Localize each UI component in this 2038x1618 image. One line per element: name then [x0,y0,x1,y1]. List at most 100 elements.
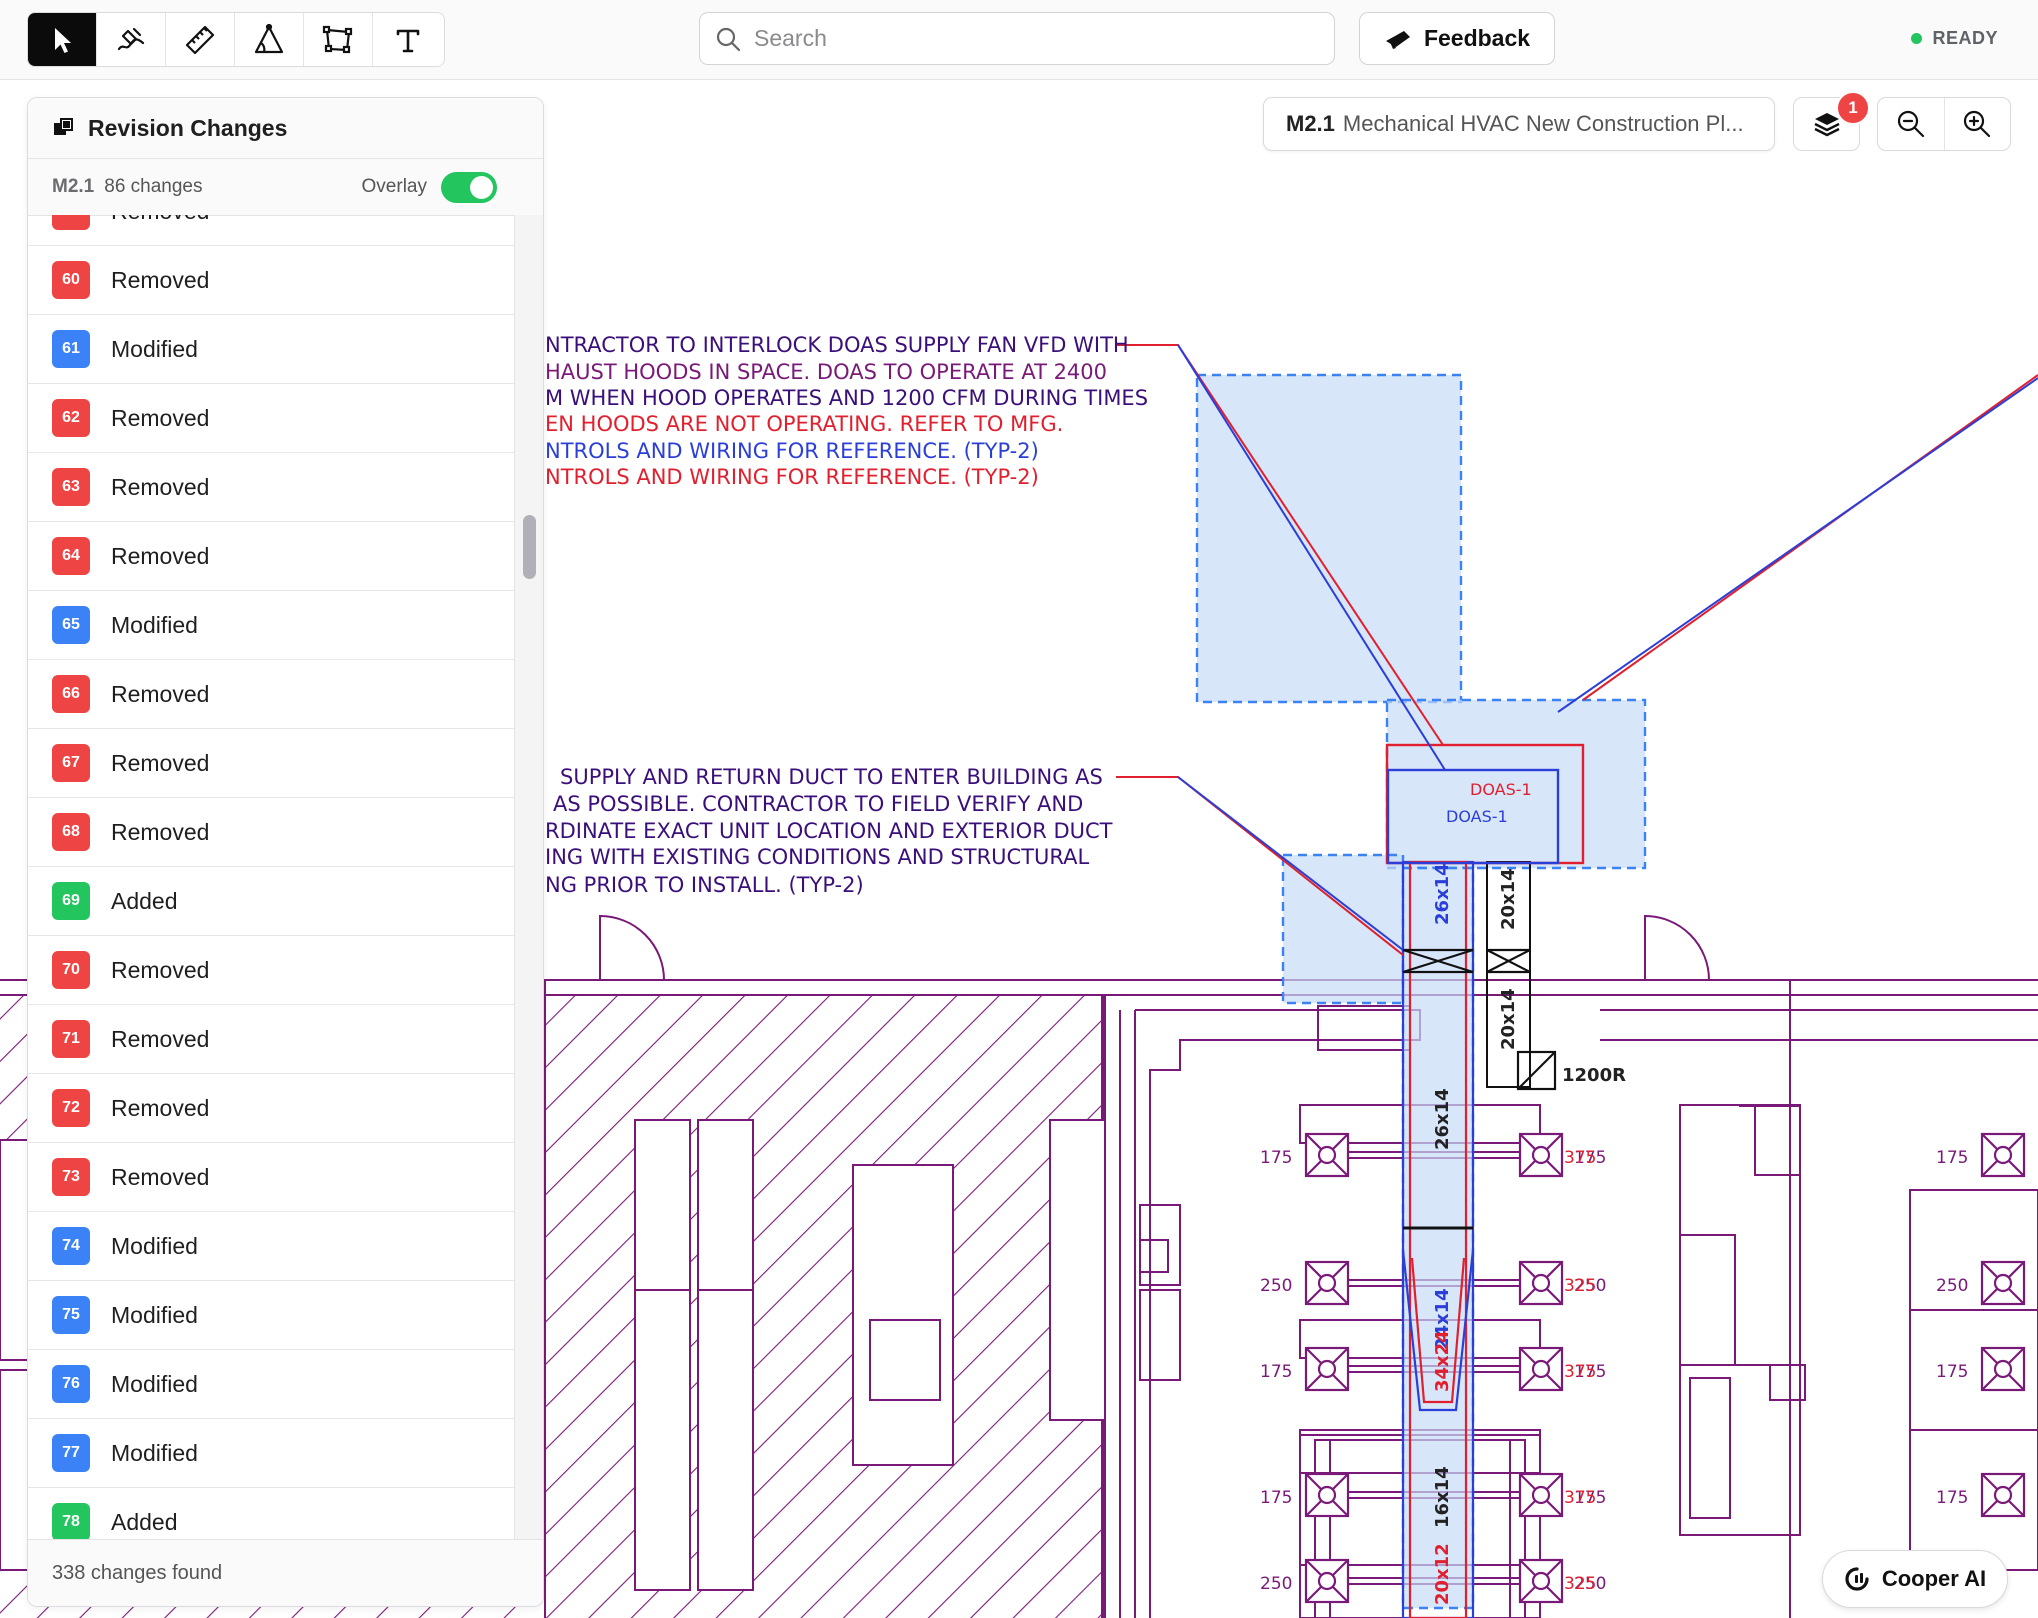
change-type-label: Removed [111,956,210,983]
cooper-ai-label: Cooper AI [1881,1566,1987,1591]
change-row[interactable]: 59 Removed [28,215,514,246]
change-row[interactable]: 66 Removed [28,660,514,729]
change-type-label: Removed [111,404,210,431]
diffuser-far-right-2: 250 [1936,1276,1968,1296]
change-row[interactable]: 74 Modified [28,1212,514,1281]
angle-tool-button[interactable] [235,13,304,66]
cursor-icon [55,27,71,53]
change-number-badge: 67 [52,744,90,782]
area-tool-button[interactable] [304,13,373,66]
change-number-badge: 70 [52,951,90,989]
change-type-label: Removed [111,818,210,845]
changes-list[interactable]: 59 Removed 60 Removed 61 Modified 62 Removed… [28,215,514,1541]
change-number-badge: 63 [52,468,90,506]
diffuser-right-red-2: 325 [1564,1276,1596,1296]
cooper-ai-button[interactable]: Cooper AI [1822,1550,2008,1608]
measure-tool-button[interactable] [166,13,235,66]
note1-line6: NTROLS AND WIRING FOR REFERENCE. (TYP-2) [545,465,1039,489]
change-type-label: Removed [111,749,210,776]
diffuser-left-2: 250 [1260,1276,1292,1296]
diffuser-left-5: 250 [1260,1574,1292,1594]
layers-badge: 1 [1836,91,1870,125]
duct-label-main-mid: 26x14 [1432,1088,1453,1150]
note1-line4: EN HOODS ARE NOT OPERATING. REFER TO MFG… [545,412,1063,436]
change-row[interactable]: 67 Removed [28,729,514,798]
status-indicator: READY [1911,28,1998,49]
change-row[interactable]: 77 Modified [28,1419,514,1488]
search-bar[interactable] [699,12,1335,65]
change-row[interactable]: 60 Removed [28,246,514,315]
revision-changes-panel: Revision Changes M2.1 86 changes Overlay… [27,97,544,1607]
text-tool-button[interactable] [373,13,442,66]
change-number-badge: 77 [52,1434,90,1472]
scrollbar-thumb[interactable] [523,515,536,579]
change-number-badge: 65 [52,606,90,644]
change-number-badge: 59 [52,215,90,230]
change-number-badge: 64 [52,537,90,575]
duct-label-main-upper: 26x14 [1432,863,1453,925]
note1-line2: HAUST HOODS IN SPACE. DOAS TO OPERATE AT… [545,360,1107,384]
note2-line3: RDINATE EXACT UNIT LOCATION AND EXTERIOR… [545,819,1113,843]
panel-title: Revision Changes [88,114,288,141]
change-type-label: Added [111,887,178,914]
search-input[interactable] [752,24,1316,53]
change-type-label: Modified [111,1439,198,1466]
drawing-tools [27,12,445,67]
status-dot [1911,33,1923,44]
change-row[interactable]: 69 Added [28,867,514,936]
panel-header: Revision Changes [28,98,543,159]
polygon-icon [322,25,353,53]
change-number-badge: 60 [52,261,90,299]
panel-subheader: M2.1 86 changes Overlay [28,159,543,216]
change-row[interactable]: 72 Removed [28,1074,514,1143]
change-row[interactable]: 78 Added [28,1488,514,1541]
change-row[interactable]: 65 Modified [28,591,514,660]
changes-scrollbar[interactable] [514,215,543,1541]
changes-count: 86 changes [104,176,203,197]
freehand-icon [117,27,145,50]
note2-line4: ING WITH EXISTING CONDITIONS AND STRUCTU… [545,845,1089,869]
angle-icon [254,23,284,53]
freehand-tool-button[interactable] [97,13,166,66]
change-type-label: Added [111,1508,178,1535]
change-row[interactable]: 70 Removed [28,936,514,1005]
change-row[interactable]: 68 Removed [28,798,514,867]
duct-label-side-upper: 20x14 [1498,868,1519,930]
change-number-badge: 76 [52,1365,90,1403]
general-notes: NTRACTOR TO INTERLOCK DOAS SUPPLY FAN VF… [545,333,1148,897]
change-row[interactable]: 71 Removed [28,1005,514,1074]
feedback-button[interactable]: Feedback [1359,12,1555,65]
select-tool-button[interactable] [28,13,97,66]
ruler-icon [185,25,215,54]
note1-line5: NTROLS AND WIRING FOR REFERENCE. (TYP-2) [545,439,1039,463]
duct-label-main-low: 16x14 [1432,1466,1453,1528]
sheet-selector[interactable]: M2.1 Mechanical HVAC New Construction Pl… [1263,97,1775,151]
note1-line3: M WHEN HOOD OPERATES AND 1200 CFM DURING… [545,386,1148,410]
zoom-out-button[interactable] [1878,98,1945,150]
change-row[interactable]: 61 Modified [28,315,514,384]
change-row[interactable]: 64 Removed [28,522,514,591]
change-row[interactable]: 62 Removed [28,384,514,453]
sheet-title: Mechanical HVAC New Construction Pl... [1342,111,1744,136]
change-number-badge: 71 [52,1020,90,1058]
change-number-badge: 62 [52,399,90,437]
change-type-label: Removed [111,215,209,225]
diffuser-right-red-4: 375 [1564,1488,1596,1508]
change-number-badge: 73 [52,1158,90,1196]
change-type-label: Modified [111,1301,198,1328]
zoom-in-button[interactable] [1945,98,2011,150]
revision-icon [54,118,73,135]
change-number-badge: 68 [52,813,90,851]
change-number-badge: 75 [52,1296,90,1334]
unit-tag-red: DOAS-1 [1470,780,1532,799]
change-row[interactable]: 75 Modified [28,1281,514,1350]
zoom-in-icon [1964,110,1991,138]
unit-tag-blue: DOAS-1 [1446,807,1508,826]
note1-line1: NTRACTOR TO INTERLOCK DOAS SUPPLY FAN VF… [545,333,1129,357]
overlay-toggle[interactable] [441,171,497,203]
change-row[interactable]: 73 Removed [28,1143,514,1212]
change-type-label: Modified [111,611,198,638]
panel-footer: 338 changes found [28,1539,543,1606]
change-row[interactable]: 63 Removed [28,453,514,522]
change-row[interactable]: 76 Modified [28,1350,514,1419]
